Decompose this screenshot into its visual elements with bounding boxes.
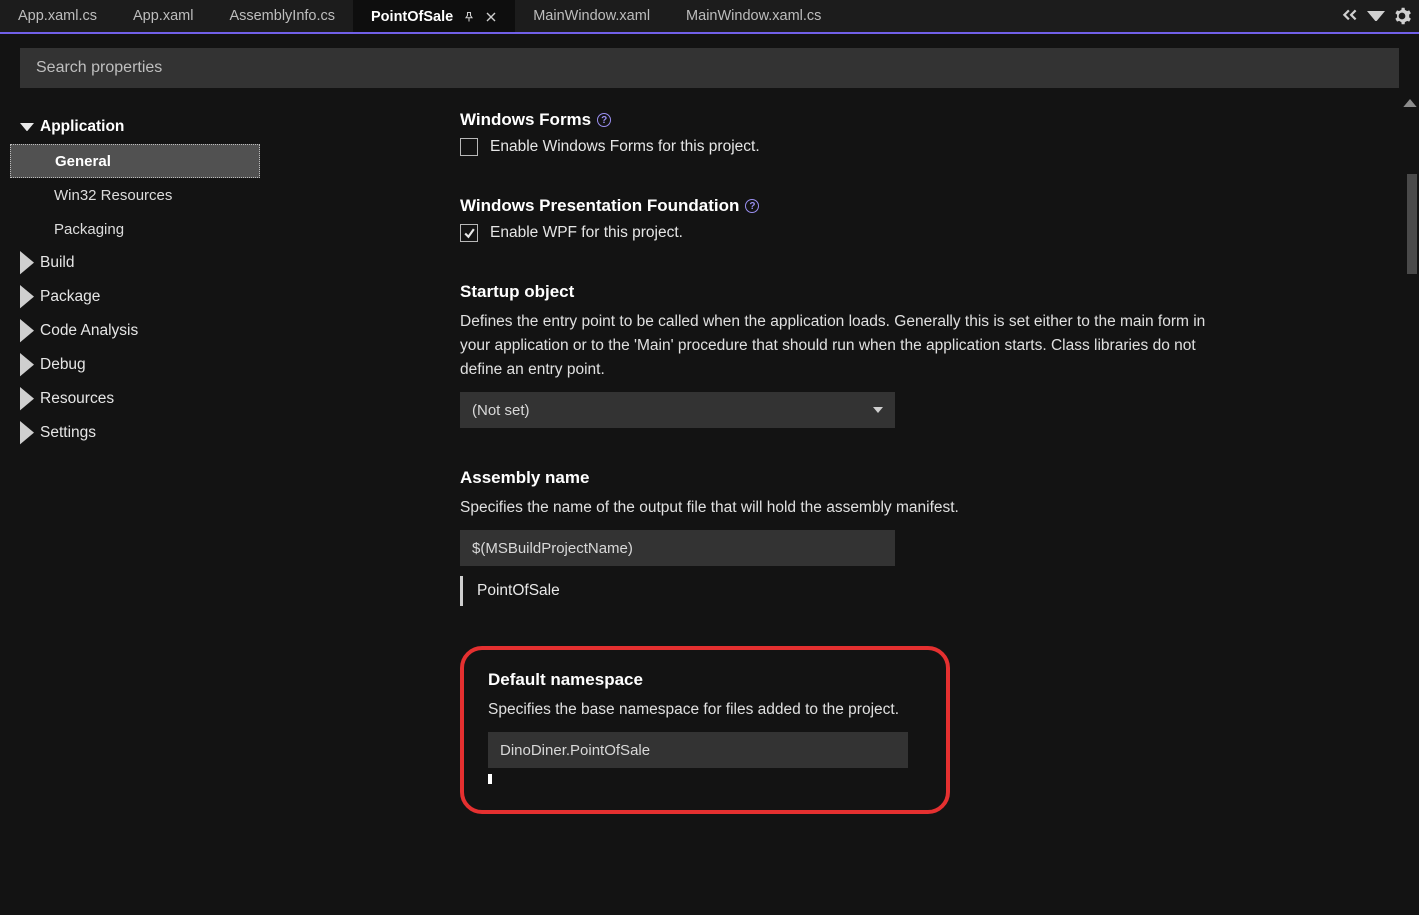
scroll-up-icon[interactable] bbox=[1403, 94, 1417, 108]
section-assembly-name: Assembly name Specifies the name of the … bbox=[460, 468, 1220, 606]
namespace-resolved-marker bbox=[488, 774, 492, 784]
section-title: Windows Forms bbox=[460, 110, 591, 130]
sidebar-group-application[interactable]: Application bbox=[0, 110, 270, 144]
assembly-name-resolved: PointOfSale bbox=[460, 576, 1220, 606]
help-icon[interactable]: ? bbox=[745, 199, 759, 213]
sidebar-item-label: Packaging bbox=[54, 221, 124, 238]
chevron-right-icon bbox=[20, 285, 34, 308]
gear-icon[interactable] bbox=[1393, 7, 1411, 25]
default-namespace-input[interactable] bbox=[488, 732, 908, 768]
sidebar-item-label: General bbox=[55, 153, 111, 170]
section-startup-object: Startup object Defines the entry point t… bbox=[460, 282, 1220, 428]
sidebar-item-packaging[interactable]: Packaging bbox=[0, 212, 270, 246]
section-description: Specifies the base namespace for files a… bbox=[488, 698, 922, 722]
checkbox-label: Enable WPF for this project. bbox=[490, 224, 683, 242]
sidebar-group-label: Code Analysis bbox=[40, 322, 138, 340]
select-value: (Not set) bbox=[472, 402, 530, 419]
sidebar-group-label: Application bbox=[40, 118, 124, 136]
sidebar-group-package[interactable]: Package bbox=[0, 280, 270, 314]
tab-pointofsale[interactable]: PointOfSale bbox=[353, 0, 515, 32]
tab-mainwindow-xaml-cs[interactable]: MainWindow.xaml.cs bbox=[668, 0, 839, 32]
sidebar-group-label: Resources bbox=[40, 390, 114, 408]
chevron-right-icon bbox=[20, 319, 34, 342]
tab-app-xaml[interactable]: App.xaml bbox=[115, 0, 211, 32]
sidebar-group-label: Debug bbox=[40, 356, 86, 374]
section-title: Startup object bbox=[460, 282, 574, 302]
section-default-namespace: Default namespace Specifies the base nam… bbox=[488, 670, 922, 784]
tab-label: App.xaml.cs bbox=[18, 8, 97, 24]
main-panel: Windows Forms ? Enable Windows Forms for… bbox=[270, 34, 1419, 915]
sidebar-group-settings[interactable]: Settings bbox=[0, 416, 270, 450]
tab-app-xaml-cs[interactable]: App.xaml.cs bbox=[0, 0, 115, 32]
sidebar-group-code-analysis[interactable]: Code Analysis bbox=[0, 314, 270, 348]
tab-bar: App.xaml.cs App.xaml AssemblyInfo.cs Poi… bbox=[0, 0, 1419, 34]
dropdown-icon[interactable] bbox=[1367, 7, 1385, 25]
tab-label: App.xaml bbox=[133, 8, 193, 24]
scrollbar[interactable] bbox=[1403, 94, 1417, 911]
tab-assemblyinfo-cs[interactable]: AssemblyInfo.cs bbox=[211, 0, 353, 32]
scroll-thumb[interactable] bbox=[1407, 174, 1417, 274]
tab-label: MainWindow.xaml bbox=[533, 8, 650, 24]
tab-mainwindow-xaml[interactable]: MainWindow.xaml bbox=[515, 0, 668, 32]
assembly-name-input[interactable] bbox=[460, 530, 895, 566]
chevron-right-icon bbox=[20, 421, 34, 444]
checkbox-label: Enable Windows Forms for this project. bbox=[490, 138, 760, 156]
sidebar-group-label: Build bbox=[40, 254, 74, 272]
overflow-icon[interactable] bbox=[1341, 7, 1359, 25]
section-title: Default namespace bbox=[488, 670, 643, 690]
sidebar-item-general[interactable]: General bbox=[10, 144, 260, 178]
chevron-down-icon bbox=[20, 123, 34, 131]
section-description: Specifies the name of the output file th… bbox=[460, 496, 1220, 520]
sidebar-group-resources[interactable]: Resources bbox=[0, 382, 270, 416]
winforms-checkbox[interactable] bbox=[460, 138, 478, 156]
sidebar-group-label: Package bbox=[40, 288, 100, 306]
chevron-right-icon bbox=[20, 387, 34, 410]
sidebar-group-label: Settings bbox=[40, 424, 96, 442]
section-title: Assembly name bbox=[460, 468, 589, 488]
sidebar-item-label: Win32 Resources bbox=[54, 187, 172, 204]
section-description: Defines the entry point to be called whe… bbox=[460, 310, 1220, 382]
wpf-checkbox[interactable] bbox=[460, 224, 478, 242]
sidebar-group-build[interactable]: Build bbox=[0, 246, 270, 280]
highlight-default-namespace: Default namespace Specifies the base nam… bbox=[460, 646, 950, 814]
pin-icon[interactable] bbox=[463, 11, 475, 23]
sidebar: Application General Win32 Resources Pack… bbox=[0, 34, 270, 915]
help-icon[interactable]: ? bbox=[597, 113, 611, 127]
close-icon[interactable] bbox=[485, 11, 497, 23]
section-title: Windows Presentation Foundation bbox=[460, 196, 739, 216]
sidebar-group-debug[interactable]: Debug bbox=[0, 348, 270, 382]
section-wpf: Windows Presentation Foundation ? Enable… bbox=[460, 196, 1220, 242]
chevron-right-icon bbox=[20, 251, 34, 274]
tab-label: MainWindow.xaml.cs bbox=[686, 8, 821, 24]
sidebar-item-win32-resources[interactable]: Win32 Resources bbox=[0, 178, 270, 212]
section-windows-forms: Windows Forms ? Enable Windows Forms for… bbox=[460, 110, 1220, 156]
startup-object-select[interactable]: (Not set) bbox=[460, 392, 895, 428]
tab-label: AssemblyInfo.cs bbox=[229, 8, 335, 24]
chevron-right-icon bbox=[20, 353, 34, 376]
resolved-value: PointOfSale bbox=[477, 582, 560, 599]
chevron-down-icon bbox=[873, 402, 883, 419]
tab-label: PointOfSale bbox=[371, 9, 453, 25]
tab-bar-controls bbox=[1341, 0, 1419, 32]
